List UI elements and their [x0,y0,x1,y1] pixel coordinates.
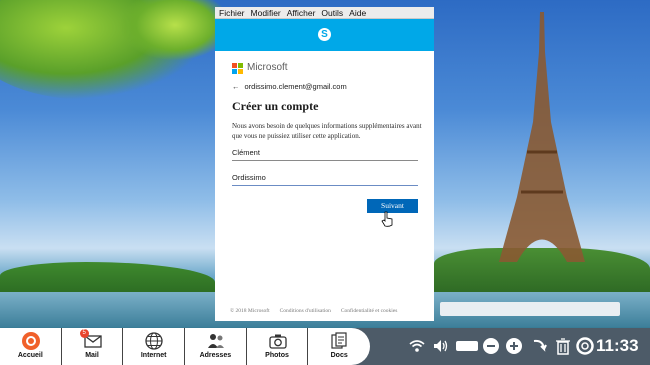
dock-item-mail[interactable]: 5 Mail [62,328,124,365]
microsoft-logo-icon [232,63,243,74]
skype-window: S Microsoft ← ordissimo.clement@gmail.co… [215,19,434,321]
dock-item-photos[interactable]: Photos [247,328,309,365]
eiffel-tower [499,12,585,262]
documents-icon [331,332,347,349]
dock: Accueil 5 Mail Internet Adresses Photos … [0,328,370,365]
camera-icon [269,334,287,349]
back-arrow-icon[interactable]: ← [232,82,240,91]
trash-icon[interactable] [554,337,572,355]
menu-afficher[interactable]: Afficher [287,8,316,18]
copyright-text: © 2018 Microsoft [230,308,270,314]
battery-icon [456,341,478,351]
zoom-in-icon[interactable] [505,337,523,355]
footer-links: © 2018 Microsoft Conditions d'utilisatio… [230,308,397,314]
help-icon[interactable] [576,337,594,355]
last-name-field[interactable]: Ordissimo [232,173,418,186]
dock-label-photos: Photos [265,352,289,359]
account-email: ordissimo.clement@gmail.com [244,82,347,91]
menu-fichier[interactable]: Fichier [219,8,245,18]
skype-header: S [215,19,434,51]
boat [440,302,620,316]
menu-aide[interactable]: Aide [349,8,366,18]
dock-item-docs[interactable]: Docs [308,328,370,365]
dock-label-internet: Internet [140,352,167,359]
terms-link[interactable]: Conditions d'utilisation [280,308,331,314]
home-icon [22,332,40,350]
dock-label-mail: Mail [85,352,99,359]
hand-cursor-icon [381,211,393,227]
refresh-icon[interactable] [530,337,548,355]
volume-icon[interactable] [432,337,450,355]
mail-badge: 5 [79,329,89,338]
dock-item-contacts[interactable]: Adresses [185,328,247,365]
menu-modifier[interactable]: Modifier [251,8,281,18]
dock-label-home: Accueil [17,352,43,359]
globe-icon [145,332,163,350]
dock-item-home[interactable]: Accueil [0,328,62,365]
privacy-link[interactable]: Confidentialité et cookies [341,308,398,314]
wifi-icon[interactable] [408,337,426,355]
dock-item-internet[interactable]: Internet [123,328,186,365]
contacts-icon [208,334,225,348]
clock: 11:33 [596,336,639,355]
description-text: Nous avons besoin de quelques informatio… [232,122,422,140]
first-name-field[interactable]: Clément [232,148,418,161]
menu-bar: Fichier Modifier Afficher Outils Aide [215,7,434,19]
menu-outils[interactable]: Outils [321,8,343,18]
brand-name: Microsoft [247,62,288,73]
riverbank-trees [0,262,215,296]
account-row: ← ordissimo.clement@gmail.com [232,82,347,91]
dock-label-contacts: Adresses [199,352,232,359]
page-title: Créer un compte [232,99,319,113]
zoom-out-icon[interactable] [482,337,500,355]
skype-icon: S [318,28,331,41]
dock-label-docs: Docs [330,352,348,359]
